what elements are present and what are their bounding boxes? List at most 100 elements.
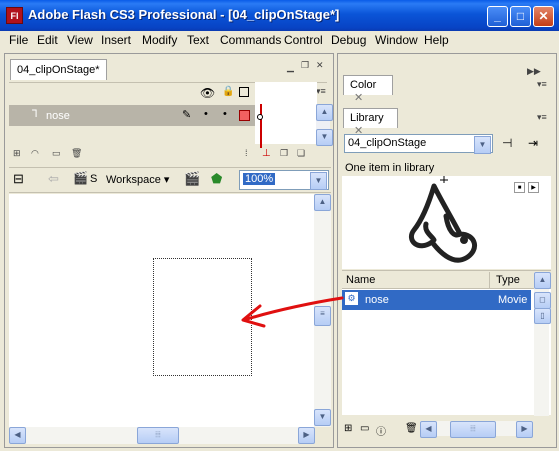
scroll-up-icon[interactable]: ▲ — [314, 194, 331, 211]
scroll-right-icon[interactable]: ▶ — [516, 421, 533, 438]
close-doc-icon[interactable]: ✕ — [316, 60, 324, 71]
column-divider[interactable] — [489, 272, 490, 288]
folder-icon[interactable]: ▭ — [52, 148, 61, 159]
column-name[interactable]: Name — [346, 274, 375, 286]
minimize-doc-icon[interactable]: ▁ — [287, 62, 294, 73]
stop-icon[interactable]: ■ — [514, 182, 525, 193]
maximize-button[interactable]: □ — [510, 6, 531, 27]
menu-text[interactable]: Text — [187, 33, 209, 47]
edit-multiple-icon[interactable]: ❏ — [297, 148, 305, 159]
layer-icon: ⅂ — [32, 109, 38, 120]
zoom-dropdown[interactable]: 100% ▼ — [239, 170, 329, 190]
pin-library-icon[interactable]: ⊣ — [502, 136, 512, 150]
play-icon[interactable]: ▶ — [528, 182, 539, 193]
workspace-menu[interactable]: Workspace ▾ — [106, 173, 169, 186]
menu-debug[interactable]: Debug — [331, 33, 366, 47]
library-horizontal-scrollbar[interactable]: ◀ ⦙⦙⦙ ▶ — [420, 421, 533, 438]
insert-layer-icon[interactable]: ⊞ — [13, 148, 21, 159]
scroll-left-icon[interactable]: ◀ — [9, 427, 26, 444]
restore-doc-icon[interactable]: ❐ — [301, 60, 309, 71]
timeline-toggle-icon[interactable]: ⊟ — [13, 171, 24, 187]
minimize-button[interactable]: _ — [487, 6, 508, 27]
menu-insert[interactable]: Insert — [101, 33, 131, 47]
new-library-panel-icon[interactable]: ⇥ — [528, 136, 538, 150]
motion-guide-icon[interactable]: ◠ — [31, 148, 39, 159]
onion-skin-icon[interactable]: ⊥ — [262, 148, 271, 159]
workspace-label: Workspace — [106, 174, 161, 186]
layer-color-icon[interactable] — [239, 110, 250, 121]
playhead-line — [260, 104, 262, 148]
library-file-name: 04_clipOnStage — [348, 137, 427, 149]
delete-icon[interactable]: 🗑 — [405, 423, 418, 434]
library-vertical-scrollbar[interactable]: ▲ ◻ ▯ — [534, 272, 551, 416]
library-item-row[interactable]: ⚙ nose Movie Clip — [342, 290, 531, 310]
scroll-thumb[interactable]: ⦙⦙⦙ — [137, 427, 179, 444]
scroll-down-icon[interactable]: ▼ — [316, 129, 333, 146]
menu-control[interactable]: Control — [284, 33, 323, 47]
library-item-type: Movie Clip — [498, 294, 531, 306]
outline-icon[interactable] — [239, 87, 249, 97]
menu-window[interactable]: Window — [375, 33, 418, 47]
new-folder-icon[interactable]: ▭ — [360, 423, 369, 434]
edit-symbols-icon[interactable]: ⬟ — [211, 171, 222, 187]
scene-icon: 🎬 — [73, 171, 88, 185]
properties-icon[interactable]: ⓘ — [376, 423, 386, 438]
nose-preview-drawing — [408, 176, 477, 263]
lock-dot-icon[interactable]: • — [223, 108, 227, 120]
menu-file[interactable]: File — [9, 33, 28, 47]
library-item-name: nose — [365, 294, 389, 306]
library-file-dropdown[interactable]: 04_clipOnStage ▼ — [344, 134, 493, 154]
flash-app-icon: Fl — [6, 7, 23, 24]
document-tab[interactable]: 04_clipOnStage* — [10, 59, 107, 80]
color-tab[interactable]: Color ✕ — [343, 75, 393, 104]
red-arrow-annotation — [241, 296, 344, 328]
close-tab-icon[interactable]: ✕ — [354, 92, 363, 104]
scroll-thumb[interactable]: ▯ — [534, 308, 551, 324]
scroll-thumb[interactable]: ⦙⦙⦙ — [450, 421, 496, 438]
library-tab[interactable]: Library ✕ — [343, 108, 398, 137]
center-frame-icon[interactable]: ⁞ — [245, 148, 248, 158]
onion-outline-icon[interactable]: ❐ — [280, 148, 288, 159]
keyframe-icon[interactable] — [257, 114, 263, 120]
menu-modify[interactable]: Modify — [142, 33, 177, 47]
column-type[interactable]: Type — [496, 274, 520, 286]
new-symbol-icon[interactable]: ⊞ — [344, 423, 352, 434]
back-arrow-icon[interactable]: ⇦ — [48, 171, 59, 187]
delete-layer-icon[interactable]: 🗑 — [71, 148, 82, 159]
scroll-up-icon[interactable]: ▲ — [316, 104, 333, 121]
eye-icon[interactable]: 👁 — [200, 86, 215, 100]
library-item-count: One item in library — [345, 162, 435, 174]
layer-name[interactable]: nose — [46, 110, 70, 122]
pencil-icon: ✎ — [182, 109, 192, 121]
menu-bar: File Edit View Insert Modify Text Comman… — [0, 31, 559, 50]
scroll-top-icon[interactable]: ◻ — [534, 292, 551, 309]
visible-dot-icon[interactable]: • — [204, 108, 208, 120]
timeline-vertical-scrollbar[interactable]: ▲ ▼ — [316, 104, 333, 146]
window-title: Adobe Flash CS3 Professional - [04_clipO… — [28, 7, 340, 22]
menu-view[interactable]: View — [67, 33, 93, 47]
movie-clip-icon: ⚙ — [345, 292, 358, 305]
scroll-up-icon[interactable]: ▲ — [534, 272, 551, 289]
scroll-right-icon[interactable]: ▶ — [298, 427, 315, 444]
color-tab-label: Color — [350, 79, 377, 91]
library-options-icon[interactable]: ▾≡ — [537, 112, 547, 123]
menu-help[interactable]: Help — [424, 33, 449, 47]
stage-horizontal-scrollbar[interactable]: ◀ ⦙⦙⦙ ▶ — [9, 427, 315, 444]
scroll-left-icon[interactable]: ◀ — [420, 421, 437, 438]
timeline-options-icon[interactable]: ▾≡ — [316, 86, 326, 97]
panel-collapse-icon[interactable]: ▶▶ — [527, 66, 541, 77]
close-button[interactable]: ✕ — [533, 6, 554, 27]
lock-icon[interactable]: 🔒 — [222, 86, 234, 97]
zoom-value: 100% — [243, 173, 276, 185]
chevron-down-icon[interactable]: ▼ — [474, 136, 491, 154]
scene-label[interactable]: S — [90, 173, 97, 185]
library-tab-label: Library — [350, 112, 384, 124]
edit-scene-icon[interactable]: 🎬 — [184, 171, 200, 187]
scroll-down-icon[interactable]: ▼ — [314, 409, 331, 426]
timeline-frames[interactable] — [255, 82, 317, 144]
document-tab-label: 04_clipOnStage* — [17, 64, 100, 76]
menu-edit[interactable]: Edit — [37, 33, 58, 47]
menu-commands[interactable]: Commands — [220, 33, 281, 47]
panel-options-icon[interactable]: ▾≡ — [537, 79, 547, 90]
chevron-down-icon[interactable]: ▼ — [310, 172, 327, 190]
